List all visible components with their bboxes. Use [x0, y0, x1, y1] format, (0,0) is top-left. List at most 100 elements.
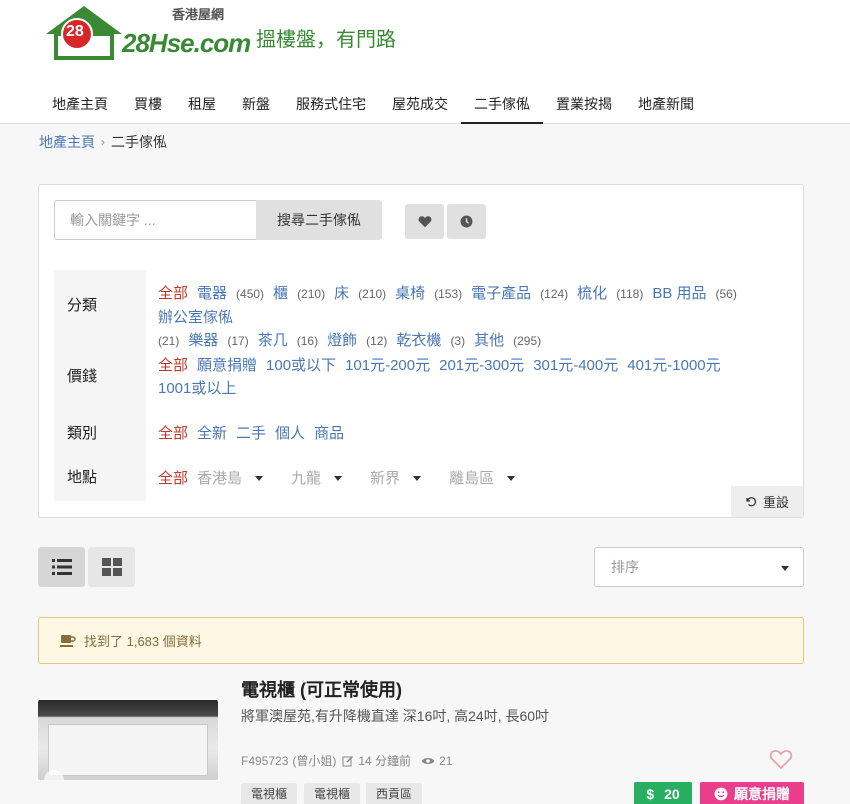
listing-tag[interactable]: 西貢區	[366, 783, 423, 804]
location-dropdown-islands[interactable]: 離島區	[449, 470, 537, 487]
filter-option[interactable]: 201元-300元	[439, 357, 524, 374]
logo-subtitle: 香港屋網	[172, 7, 225, 22]
price-value: 20	[664, 786, 680, 802]
filter-row-location: 地點 全部 香港島 九龍 新界 離島區	[54, 455, 789, 501]
edit-icon	[342, 755, 354, 766]
logo-text: 28Hse.com	[122, 28, 251, 58]
filter-option[interactable]: 101元-200元	[345, 357, 430, 374]
filter-values-price: 全部 願意捐贈 100或以下 101元-200元 201元-300元 301元-400元 4…	[158, 354, 778, 400]
filter-label-location: 地點	[54, 455, 146, 501]
filter-row-category: 分類 全部 電器 (450) 櫃 (210) 床 (210) 桌椅 (153) 電子產品 (124)…	[54, 270, 789, 349]
filter-values-location: 全部 香港島 九龍 新界 離島區	[158, 467, 778, 490]
listing-tag[interactable]: 電視櫃	[304, 783, 361, 804]
caret-down-icon	[413, 475, 422, 481]
filter-option[interactable]: BB 用品 (56)	[652, 285, 737, 302]
reset-button[interactable]: 重設	[731, 486, 803, 517]
smile-icon	[714, 787, 728, 801]
result-count-alert: 找到了 1,683 個資料	[38, 617, 804, 664]
result-count-text: 找到了 1,683 個資料	[84, 634, 202, 649]
nav-transactions[interactable]: 屋苑成交	[379, 84, 461, 124]
search-button[interactable]: 搜尋二手傢俬	[256, 200, 382, 240]
filter-option[interactable]: 100或以下	[266, 357, 336, 374]
caret-down-icon	[781, 566, 789, 571]
coffee-icon	[60, 634, 76, 647]
donate-label: 願意捐贈	[734, 786, 790, 802]
listing-user: (曾小姐)	[292, 754, 337, 768]
filter-option[interactable]: 商品	[314, 425, 344, 442]
sort-select[interactable]: 排序	[594, 547, 804, 587]
history-button[interactable]	[447, 204, 486, 239]
undo-icon	[746, 496, 757, 506]
listing-description: 將軍澳屋苑,有升降機直達 深16吋, 高24吋, 長60吋	[241, 708, 550, 724]
filter-label-category: 分類	[54, 270, 146, 342]
eye-icon	[421, 757, 435, 764]
heart-icon	[418, 216, 431, 228]
filter-option[interactable]: 電子產品 (124)	[471, 285, 568, 302]
clock-icon	[460, 215, 473, 228]
nav-new[interactable]: 新盤	[229, 84, 283, 124]
tv-cabinet-image	[48, 724, 208, 776]
filter-label-type: 類別	[54, 412, 146, 455]
site-logo[interactable]: 28 28Hse.com 香港屋網	[44, 4, 251, 64]
caret-down-icon	[334, 475, 343, 481]
filter-option[interactable]: 二手	[236, 425, 266, 442]
filter-option[interactable]: 梳化 (118)	[577, 285, 643, 302]
logo-number: 28	[66, 23, 84, 40]
filter-option[interactable]: 1001或以上	[158, 380, 236, 397]
location-dropdown-nt[interactable]: 新界	[370, 470, 443, 487]
filter-label-price: 價錢	[54, 342, 146, 412]
listing-title[interactable]: 電視櫃 (可正常使用)	[241, 676, 402, 702]
sort-placeholder: 排序	[611, 559, 639, 575]
nav-rent[interactable]: 租屋	[175, 84, 229, 124]
main-nav: 地產主頁 買樓 租屋 新盤 服務式住宅 屋苑成交 二手傢俬 置業按揭 地產新聞	[39, 84, 707, 124]
filter-option-all[interactable]: 全部	[158, 470, 188, 487]
filter-option-all[interactable]: 全部	[158, 425, 188, 442]
filter-row-price: 價錢 全部 願意捐贈 100或以下 101元-200元 201元-300元 301元-40…	[54, 342, 789, 412]
search-input[interactable]: 輸入關鍵字 ...	[54, 200, 258, 240]
favorites-button[interactable]	[405, 204, 444, 239]
filter-option-all[interactable]: 全部	[158, 357, 188, 374]
breadcrumb: 地產主頁 › 二手傢俬	[39, 132, 167, 152]
filter-option[interactable]: 個人	[275, 425, 305, 442]
site-header: 28 28Hse.com 香港屋網 搵樓盤，有門路 地產主頁 買樓 租屋 新盤 …	[0, 0, 850, 124]
listing-thumbnail[interactable]	[38, 700, 218, 780]
grid-view-button[interactable]	[88, 547, 135, 587]
filter-option[interactable]: 辦公室傢俬	[158, 309, 242, 326]
breadcrumb-home[interactable]: 地產主頁	[39, 132, 95, 152]
reset-label: 重設	[762, 495, 789, 510]
heart-outline-icon[interactable]	[769, 748, 793, 770]
filter-option[interactable]: 櫃 (210)	[273, 285, 325, 302]
price-badge: $ 20	[634, 782, 692, 804]
nav-mortgage[interactable]: 置業按揭	[543, 84, 625, 124]
nav-news[interactable]: 地產新聞	[625, 84, 707, 124]
breadcrumb-current: 二手傢俬	[111, 134, 167, 150]
dollar-icon: $	[646, 786, 655, 802]
caret-down-icon	[507, 475, 516, 481]
filter-option[interactable]: 301元-400元	[533, 357, 618, 374]
list-view-button[interactable]	[38, 547, 85, 587]
filter-option[interactable]: 401元-1000元	[627, 357, 720, 374]
list-icon	[51, 559, 72, 575]
filter-option[interactable]: 全新	[197, 425, 227, 442]
listing-id: F495723	[241, 753, 289, 768]
filter-option[interactable]: 電器 (450)	[197, 285, 264, 302]
site-slogan: 搵樓盤，有門路	[256, 29, 396, 51]
filter-panel: 輸入關鍵字 ... 搜尋二手傢俬 分類 全部 電器 (450) 櫃 (210) 床 (210…	[38, 184, 804, 518]
filter-option[interactable]: 桌椅 (153)	[395, 285, 462, 302]
listing-tag[interactable]: 電視櫃	[241, 783, 298, 804]
location-dropdown-hk-island[interactable]: 香港島	[197, 470, 285, 487]
nav-home[interactable]: 地產主頁	[39, 84, 121, 124]
filter-option[interactable]: 床 (210)	[334, 285, 386, 302]
donate-badge: 願意捐贈	[700, 782, 804, 804]
nav-serviced[interactable]: 服務式住宅	[283, 84, 379, 124]
listing-time: 14 分鐘前	[358, 754, 412, 768]
filter-option[interactable]: 願意捐贈	[197, 357, 257, 374]
listing-meta: F495723 (曾小姐) 14 分鐘前 21	[241, 752, 452, 769]
location-dropdown-kowloon[interactable]: 九龍	[291, 470, 364, 487]
nav-furniture[interactable]: 二手傢俬	[461, 84, 543, 124]
filter-values-type: 全部 全新 二手 個人 商品	[158, 422, 778, 445]
chevron-right-icon: ›	[101, 135, 105, 149]
filter-option-all[interactable]: 全部	[158, 285, 188, 302]
grid-icon	[101, 558, 122, 576]
nav-buy[interactable]: 買樓	[121, 84, 175, 124]
